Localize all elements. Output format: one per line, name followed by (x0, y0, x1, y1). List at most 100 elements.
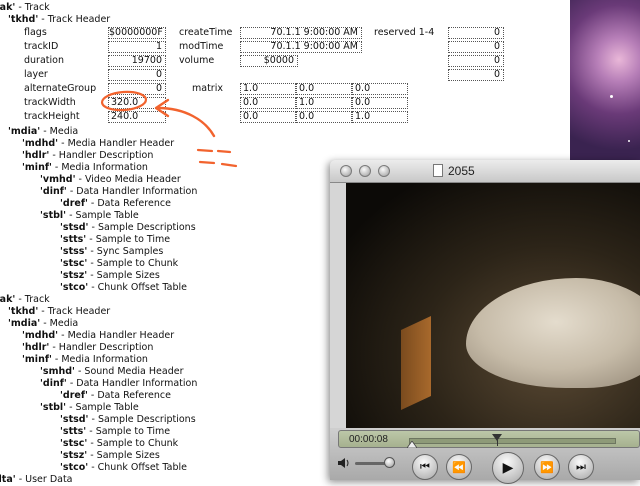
close-button[interactable] (340, 165, 352, 177)
matrix-cell[interactable]: 1.0 (352, 111, 408, 123)
atom-name: 'tkhd' (8, 306, 39, 317)
zoom-button[interactable] (378, 165, 390, 177)
fast-forward-button[interactable]: ⏩ (534, 454, 560, 480)
previous-button[interactable]: ⏮ (412, 454, 438, 480)
duration-label: duration (24, 55, 64, 66)
modtime-field[interactable]: 70.1.1 9:00:00 AM (240, 41, 362, 53)
matrix-cell[interactable]: 0.0 (240, 97, 296, 109)
minimize-button[interactable] (359, 165, 371, 177)
tree-row[interactable]: 'mdhd' - Media Handler Header (22, 330, 174, 342)
atom-name: 'stts' (60, 426, 87, 437)
speaker-icon[interactable] (337, 457, 351, 469)
video-frame[interactable] (346, 183, 640, 428)
play-button[interactable]: ▶ (492, 452, 524, 484)
timeline-bar: 00:00:08 (338, 430, 640, 448)
layer-label: layer (24, 69, 48, 80)
atom-name: 'hdlr' (22, 150, 50, 161)
trackheight-field[interactable]: 240.0 (108, 111, 166, 123)
tree-row[interactable]: 'stsc' - Sample to Chunk (60, 438, 178, 450)
tree-row[interactable]: dta' - User Data (0, 474, 73, 486)
next-button[interactable]: ⏭ (568, 454, 594, 480)
atom-name: 'stco' (60, 282, 89, 293)
matrix-cell[interactable]: 0.0 (240, 111, 296, 123)
tree-row[interactable]: 'mdia' - Media (8, 318, 78, 330)
volume-knob[interactable] (384, 457, 395, 468)
scrub-track[interactable] (409, 438, 616, 444)
matrix-cell[interactable]: 0.0 (296, 111, 352, 123)
selection-start-icon[interactable] (407, 441, 417, 448)
window-titlebar[interactable]: 2055 (330, 160, 640, 183)
flags-field[interactable]: $0000000F (108, 27, 166, 39)
reserved-field[interactable]: 0 (448, 41, 504, 53)
tree-row[interactable]: 'minf' - Media Information (22, 354, 148, 366)
tree-row[interactable]: 'vmhd' - Video Media Header (40, 174, 181, 186)
tree-row[interactable]: rak' - Track (0, 294, 50, 306)
tree-row[interactable]: 'mdia' - Media (8, 126, 78, 138)
createtime-field[interactable]: 70.1.1 9:00:00 AM (240, 27, 362, 39)
atom-description: - Sync Samples (90, 246, 164, 257)
tree-row[interactable]: 'stco' - Chunk Offset Table (60, 282, 187, 294)
duration-field[interactable]: 19700 (108, 55, 166, 67)
matrix-cell[interactable]: 0.0 (352, 97, 408, 109)
atom-description: - Sample Descriptions (91, 414, 196, 425)
tree-row[interactable]: 'stsz' - Sample Sizes (60, 270, 160, 282)
modtime-label: modTime (179, 41, 224, 52)
tree-row[interactable]: 'stco' - Chunk Offset Table (60, 462, 187, 474)
tree-row[interactable]: rak' - Track (0, 2, 50, 14)
layer-field[interactable]: 0 (108, 69, 166, 81)
reserved-label: reserved 1-4 (374, 27, 435, 38)
atom-description: - Data Reference (90, 198, 171, 209)
atom-name: 'stsd' (60, 414, 89, 425)
matrix-cell[interactable]: 1.0 (240, 83, 296, 95)
atom-name: 'stsc' (60, 438, 88, 449)
reserved-field[interactable]: 0 (448, 69, 504, 81)
tree-row[interactable]: 'hdlr' - Handler Description (22, 150, 153, 162)
tree-row[interactable]: 'hdlr' - Handler Description (22, 342, 153, 354)
tree-row[interactable]: 'stbl' - Sample Table (40, 210, 139, 222)
trackwidth-field[interactable]: 320.0 (108, 97, 166, 109)
atom-description: - Media (43, 318, 79, 329)
atom-description: - Media Handler Header (61, 138, 175, 149)
atom-description: - Media Information (54, 354, 148, 365)
tree-row[interactable]: 'dinf' - Data Handler Information (40, 186, 197, 198)
atom-description: - Track Header (41, 306, 111, 317)
matrix-cell[interactable]: 1.0 (296, 97, 352, 109)
tree-row[interactable]: 'stsd' - Sample Descriptions (60, 222, 196, 234)
flags-label: flags (24, 27, 47, 38)
atom-description: - Media Information (54, 162, 148, 173)
tree-row[interactable]: 'stbl' - Sample Table (40, 402, 139, 414)
tree-row[interactable]: 'minf' - Media Information (22, 162, 148, 174)
volume-field[interactable]: $0000 (240, 55, 298, 67)
atom-description: - Sample Table (69, 210, 139, 221)
atom-name: 'stsz' (60, 450, 88, 461)
tree-row[interactable]: 'dref' - Data Reference (60, 390, 171, 402)
tree-row[interactable]: 'mdhd' - Media Handler Header (22, 138, 174, 150)
tree-row[interactable]: 'stts' - Sample to Time (60, 426, 170, 438)
document-icon (433, 164, 443, 177)
atom-description: - Data Handler Information (69, 378, 198, 389)
trackid-field[interactable]: 1 (108, 41, 166, 53)
rewind-button[interactable]: ⏪ (446, 454, 472, 480)
tree-row[interactable]: 'stts' - Sample to Time (60, 234, 170, 246)
alternategroup-field[interactable]: 0 (108, 83, 166, 95)
tree-row[interactable]: 'stsc' - Sample to Chunk (60, 258, 178, 270)
tree-row[interactable]: 'dref' - Data Reference (60, 198, 171, 210)
tree-row[interactable]: 'smhd' - Sound Media Header (40, 366, 184, 378)
tree-row[interactable]: 'stss' - Sync Samples (60, 246, 163, 258)
atom-description: - Chunk Offset Table (91, 282, 187, 293)
atom-description: - Media Handler Header (61, 330, 175, 341)
matrix-cell[interactable]: 0.0 (296, 83, 352, 95)
atom-name: 'stsc' (60, 258, 88, 269)
matrix-cell[interactable]: 0.0 (352, 83, 408, 95)
trackheight-label: trackHeight (24, 111, 80, 122)
reserved-field[interactable]: 0 (448, 55, 504, 67)
tree-row[interactable]: 'tkhd' - Track Header (8, 14, 110, 26)
atom-name: 'dref' (60, 198, 88, 209)
tree-row[interactable]: 'dinf' - Data Handler Information (40, 378, 197, 390)
atom-name: 'mdia' (8, 126, 41, 137)
tree-row[interactable]: 'stsd' - Sample Descriptions (60, 414, 196, 426)
tree-row[interactable]: 'tkhd' - Track Header (8, 306, 110, 318)
tree-row[interactable]: 'stsz' - Sample Sizes (60, 450, 160, 462)
reserved-field[interactable]: 0 (448, 27, 504, 39)
atom-name: 'stbl' (40, 210, 67, 221)
